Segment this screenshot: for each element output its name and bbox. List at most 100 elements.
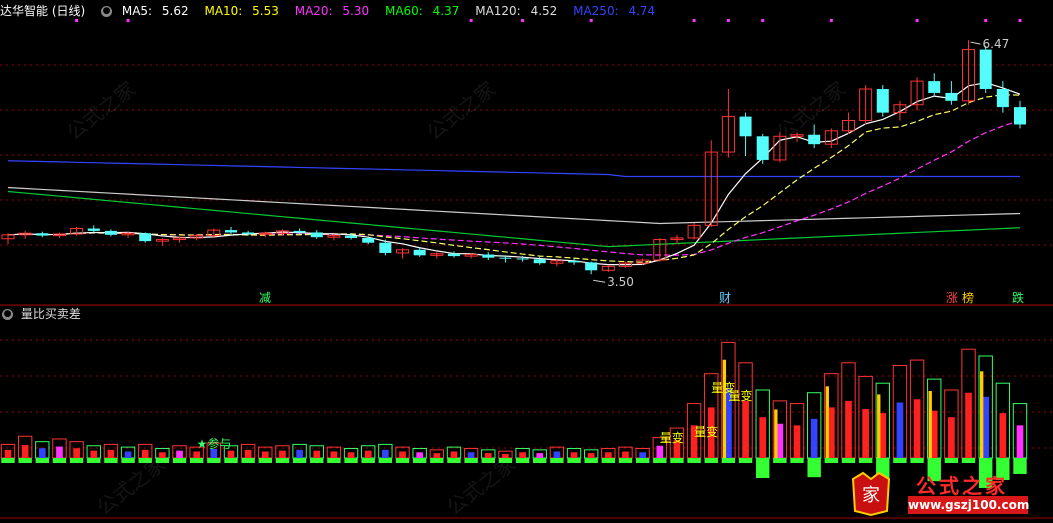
candle-body-down [996, 89, 1009, 108]
candle-body-down [1013, 107, 1027, 125]
volume-base-bar [721, 458, 736, 463]
volume-bar-fill [176, 450, 183, 458]
volume-bar-accent [722, 359, 727, 458]
volume-base-bar [738, 458, 753, 463]
ma5-label: MA5: 5.62 [121, 4, 189, 18]
event-marker: 跌 [1012, 290, 1024, 305]
volume-bar-fill [827, 407, 835, 458]
low-pointer [593, 279, 606, 283]
volume-base-bar [687, 458, 701, 463]
volume-bar-fill [73, 448, 80, 458]
volume-base-bar [670, 458, 684, 463]
volume-base-bar [189, 458, 204, 463]
seal-logo-icon: 家 [851, 471, 891, 517]
stock-chart[interactable]: 6.473.50减财涨榜跌★参与 量变 量变量变量变 [0, 0, 1053, 523]
candle-body-down [568, 260, 581, 263]
volume-base-bar [841, 458, 856, 463]
svg-text:家: 家 [862, 485, 880, 506]
site-logo[interactable]: 公式之家 www.gszj100.com [898, 468, 1029, 516]
volume-bar-fill [124, 451, 132, 458]
volume-base-bar [961, 458, 976, 463]
volume-bar-fill [519, 452, 526, 458]
volume-bar-fill [261, 451, 269, 458]
volume-bar-fill [330, 451, 338, 458]
volume-bar-fill [416, 452, 424, 458]
stock-title: 达华智能 (日线) [0, 4, 86, 18]
indicator-toggle-icon[interactable]: ● [2, 309, 13, 320]
volume-base-bar [567, 458, 581, 463]
volume-bar-fill [896, 402, 904, 458]
candle-body-down [379, 242, 392, 253]
indicator-tag: 量变 [694, 424, 718, 439]
candle-body-down [739, 116, 752, 137]
volume-base-bar [412, 458, 427, 463]
volume-bar-fill [364, 450, 372, 458]
indicator-title: 量比买卖差 [20, 307, 81, 321]
volume-bar-fill [1016, 425, 1024, 458]
volume-base-bar [533, 458, 547, 463]
ma60-label: MA60: 4.37 [384, 4, 460, 18]
volume-bar-fill [604, 452, 612, 458]
candle-body-down [516, 258, 529, 260]
candle-body-down [87, 228, 100, 231]
ma5-line [7, 82, 1021, 266]
volume-bar-fill [759, 417, 767, 458]
volume-bar-accent [980, 371, 984, 458]
volume-bar-fill [90, 450, 98, 458]
candle-body-down [533, 259, 546, 264]
ma250-line [7, 160, 1020, 178]
volume-base-bar [858, 458, 873, 463]
volume-base-bar [258, 458, 272, 463]
candle-body-up [258, 232, 272, 235]
candle-body-down [499, 257, 512, 259]
volume-bar-fill [879, 413, 887, 458]
volume-base-bar [824, 458, 839, 463]
ma20-label: MA20: 5.30 [294, 4, 370, 18]
volume-base-bar [344, 458, 358, 463]
volume-base-bar [447, 458, 461, 463]
volume-base-bar [378, 458, 393, 463]
high-price-label: 6.47 [983, 37, 1010, 51]
volume-bar-fill [433, 453, 441, 458]
volume-negative-bar [807, 458, 821, 478]
volume-bar-fill [244, 449, 252, 458]
event-marker: 涨 [946, 290, 958, 305]
event-marker: 财 [719, 291, 731, 305]
volume-bar-accent [774, 409, 778, 458]
volume-base-bar [704, 458, 718, 463]
volume-base-bar [69, 458, 84, 463]
event-marker: 减 [259, 291, 271, 305]
candle-body-down [293, 230, 306, 233]
ma250-label: MA250: 4.74 [573, 4, 656, 18]
volume-base-bar [327, 458, 341, 463]
volume-bar-fill [930, 410, 938, 458]
ma60-line [7, 190, 1021, 248]
candle-body-down [139, 233, 152, 242]
ma-toggle-icon[interactable]: ● [101, 6, 113, 17]
candle-body-down [224, 230, 237, 233]
volume-bar-fill [227, 450, 235, 458]
volume-base-bar [241, 458, 255, 463]
volume-base-bar [172, 458, 187, 463]
volume-bar-fill [622, 451, 629, 458]
volume-bar-accent [825, 386, 829, 458]
low-price-label: 3.50 [607, 275, 634, 289]
volume-bar-fill [948, 417, 955, 458]
volume-bar-fill [450, 451, 458, 458]
volume-negative-bar [756, 458, 770, 478]
volume-bar-fill [587, 453, 595, 458]
candle-body-down [482, 254, 495, 258]
volume-base-bar [944, 458, 959, 463]
volume-bar-fill [965, 392, 972, 458]
volume-bar-fill [21, 444, 29, 458]
volume-base-bar [275, 458, 290, 463]
volume-base-bar [430, 458, 444, 463]
volume-base-bar [893, 458, 907, 463]
volume-bar-fill [536, 453, 544, 458]
ma120-label: MA120: 4.52 [475, 4, 558, 18]
volume-bar-fill [4, 449, 12, 458]
candle-body-down [945, 92, 958, 101]
volume-bar-fill [193, 451, 201, 458]
candle-body-down [447, 253, 460, 257]
volume-bar-fill [639, 452, 646, 458]
